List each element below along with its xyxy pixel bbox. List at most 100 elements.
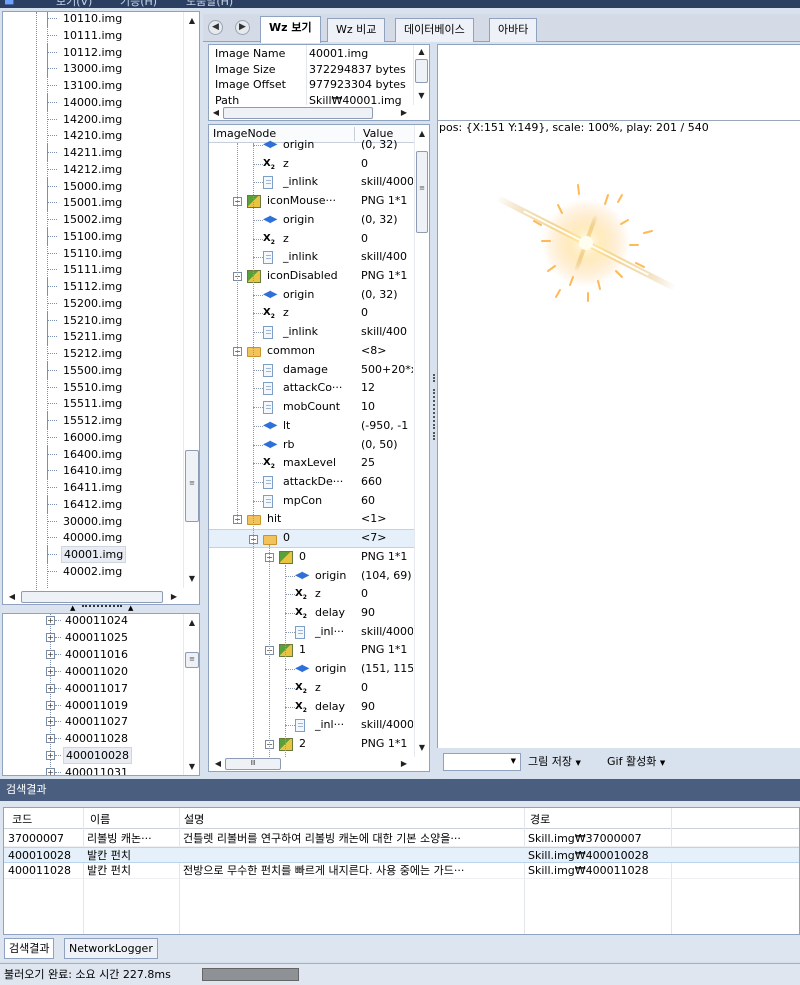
hscroll-thumb[interactable]: Ⅲ: [225, 758, 281, 770]
node-row[interactable]: −0 <7>: [209, 529, 416, 548]
scroll-right-arrow-icon[interactable]: ▶: [397, 106, 411, 120]
scroll-left-arrow-icon[interactable]: ◀: [5, 590, 19, 604]
node-row[interactable]: ◀▶ origin (151, 115): [209, 660, 416, 679]
back-arrow-icon[interactable]: ◀: [208, 20, 223, 35]
expand-plus-icon[interactable]: +: [46, 666, 55, 676]
node-row[interactable]: X2 z 0: [209, 585, 416, 604]
menu-function[interactable]: 기능(H): [120, 0, 157, 8]
hscroll-thumb[interactable]: [21, 591, 163, 603]
skill-tree-vscroll[interactable]: ▲ ≡ ▼: [183, 614, 199, 775]
node-row[interactable]: ◀▶ origin (104, 69): [209, 567, 416, 586]
node-row[interactable]: − common <8>: [209, 342, 416, 361]
node-row[interactable]: mobCount 10: [209, 398, 416, 417]
splitter-up-arrow-icon[interactable]: ▲: [70, 604, 75, 612]
splitter-up-arrow-icon[interactable]: ▲: [128, 604, 133, 612]
tab-avatar[interactable]: 아바타: [489, 18, 538, 42]
scroll-thumb[interactable]: ≡: [185, 450, 199, 522]
node-row[interactable]: _inl··· skill/4000: [209, 623, 416, 642]
scroll-up-arrow-icon[interactable]: ▲: [184, 14, 199, 28]
img-tree-vscroll[interactable]: ▲ ≡ ▼: [183, 12, 199, 588]
node-row[interactable]: ◀▶ rb (0, 50): [209, 436, 416, 455]
expand-plus-icon[interactable]: +: [46, 768, 55, 775]
scroll-up-arrow-icon[interactable]: ▲: [414, 45, 429, 59]
node-row[interactable]: X2 z 0: [209, 230, 416, 249]
col-header-code[interactable]: 코드: [12, 811, 32, 827]
gif-toggle-button[interactable]: Gif 활성화 ▼: [607, 753, 665, 771]
scroll-thumb[interactable]: ≡: [185, 652, 199, 668]
expand-plus-icon[interactable]: +: [46, 683, 55, 693]
col-header-desc[interactable]: 설명: [184, 811, 204, 827]
node-row[interactable]: X2 delay 90: [209, 604, 416, 623]
col-header-path[interactable]: 경로: [530, 811, 550, 827]
forward-arrow-icon[interactable]: ▶: [235, 20, 250, 35]
node-row[interactable]: _inlink skill/4000: [209, 173, 416, 192]
node-row[interactable]: attackCo··· 12: [209, 379, 416, 398]
node-row[interactable]: damage 500+20*x: [209, 361, 416, 380]
img-file-tree[interactable]: 10110.img 10111.img 10112.img 13000.img 1310…: [2, 11, 200, 605]
scroll-left-arrow-icon[interactable]: ◀: [211, 757, 225, 771]
tab-database[interactable]: 데이터베이스: [395, 18, 474, 42]
node-row[interactable]: X2 z 0: [209, 155, 416, 174]
scroll-down-arrow-icon[interactable]: ▼: [184, 572, 199, 586]
left-splitter[interactable]: ▲ ▲: [2, 604, 200, 613]
tab-wz-view[interactable]: Wz 보기: [260, 16, 321, 43]
node-row[interactable]: −0 PNG 1*1: [209, 548, 416, 567]
scroll-down-arrow-icon[interactable]: ▼: [184, 760, 199, 774]
menu-view[interactable]: 보기(V): [56, 0, 92, 8]
node-row[interactable]: _inlink skill/400: [209, 323, 416, 342]
node-row[interactable]: X2 maxLevel 25: [209, 454, 416, 473]
tab-search-results[interactable]: 검색결과: [4, 938, 55, 959]
node-tree-vscroll[interactable]: ▲ ≡ ▼: [414, 125, 429, 757]
scroll-up-arrow-icon[interactable]: ▲: [415, 127, 429, 141]
node-row[interactable]: − iconMouse··· PNG 1*1: [209, 192, 416, 211]
expand-plus-icon[interactable]: +: [46, 632, 55, 642]
info-hscroll[interactable]: ◀ ▶: [209, 106, 413, 120]
expand-plus-icon[interactable]: +: [46, 649, 55, 659]
node-row[interactable]: ◀▶ origin (0, 32): [209, 136, 416, 155]
scroll-up-arrow-icon[interactable]: ▲: [184, 616, 199, 630]
node-row[interactable]: attackDe··· 660: [209, 473, 416, 492]
scroll-left-arrow-icon[interactable]: ◀: [209, 106, 223, 120]
info-vscroll[interactable]: ▲ ▼: [413, 45, 429, 105]
expand-plus-icon[interactable]: +: [46, 717, 55, 727]
result-row[interactable]: 400010028 발칸 펀치 Skill.img₩400010028: [4, 847, 799, 863]
skill-node-tree[interactable]: +400011024 +400011025 +400011016 +400011020…: [2, 613, 200, 776]
node-row[interactable]: −2 PNG 1*1: [209, 735, 416, 754]
result-row[interactable]: 400011028 발칸 펀치 전방으로 무수한 펀치를 빠르게 내지른다. 사용 …: [4, 863, 799, 879]
scroll-down-arrow-icon[interactable]: ▼: [415, 741, 429, 755]
expand-plus-icon[interactable]: +: [46, 751, 55, 761]
node-row[interactable]: _inlink skill/400: [209, 248, 416, 267]
node-row[interactable]: − iconDisabled PNG 1*1: [209, 267, 416, 286]
scroll-right-arrow-icon[interactable]: ▶: [167, 590, 181, 604]
node-row[interactable]: ◀▶ origin (0, 32): [209, 286, 416, 305]
expand-plus-icon[interactable]: +: [46, 700, 55, 710]
col-header-name[interactable]: 이름: [90, 811, 110, 827]
node-tree-hscroll[interactable]: ◀ Ⅲ ▶: [211, 757, 411, 771]
frame-select[interactable]: ▼: [443, 753, 521, 771]
scroll-thumb[interactable]: ≡: [416, 151, 428, 233]
scroll-right-arrow-icon[interactable]: ▶: [397, 757, 411, 771]
save-image-button[interactable]: 그림 저장 ▼: [528, 753, 581, 771]
expand-plus-icon[interactable]: +: [46, 616, 55, 625]
scroll-down-arrow-icon[interactable]: ▼: [414, 89, 429, 103]
node-row[interactable]: ◀▶ lt (-950, -1: [209, 417, 416, 436]
node-row[interactable]: ◀▶ origin (0, 32): [209, 211, 416, 230]
img-tree-hscroll[interactable]: ◀ ▶: [5, 590, 183, 604]
result-row[interactable]: 37000007 리볼빙 캐논··· 건틀렛 리볼버를 연구하여 리볼빙 캐논에 대…: [4, 831, 799, 847]
expand-plus-icon[interactable]: +: [46, 734, 55, 744]
node-row[interactable]: _inl··· skill/4000: [209, 716, 416, 735]
node-row[interactable]: X2 z 0: [209, 304, 416, 323]
node-row[interactable]: mpCon 60: [209, 492, 416, 511]
preview-canvas[interactable]: pos: {X:151 Y:149}, scale: 100%, play: 2…: [437, 44, 800, 748]
node-row[interactable]: − hit <1>: [209, 510, 416, 529]
node-row[interactable]: −1 PNG 1*1: [209, 641, 416, 660]
tab-wz-compare[interactable]: Wz 비교: [327, 18, 386, 42]
tab-network-logger[interactable]: NetworkLogger: [64, 938, 158, 959]
menu-help[interactable]: 도움말(H): [186, 0, 233, 8]
hscroll-thumb[interactable]: [223, 107, 373, 119]
scroll-thumb[interactable]: [415, 59, 428, 83]
node-row[interactable]: X2 z 0: [209, 679, 416, 698]
image-node-tree[interactable]: ImageNode Value ◀▶ origin (0, 32) X2 z 0 _inli…: [208, 124, 430, 772]
node-row[interactable]: X2 delay 90: [209, 698, 416, 717]
results-table[interactable]: 코드 이름 설명 경로 37000007 리볼빙 캐논··· 건틀렛 리볼버를 연구…: [3, 807, 800, 935]
